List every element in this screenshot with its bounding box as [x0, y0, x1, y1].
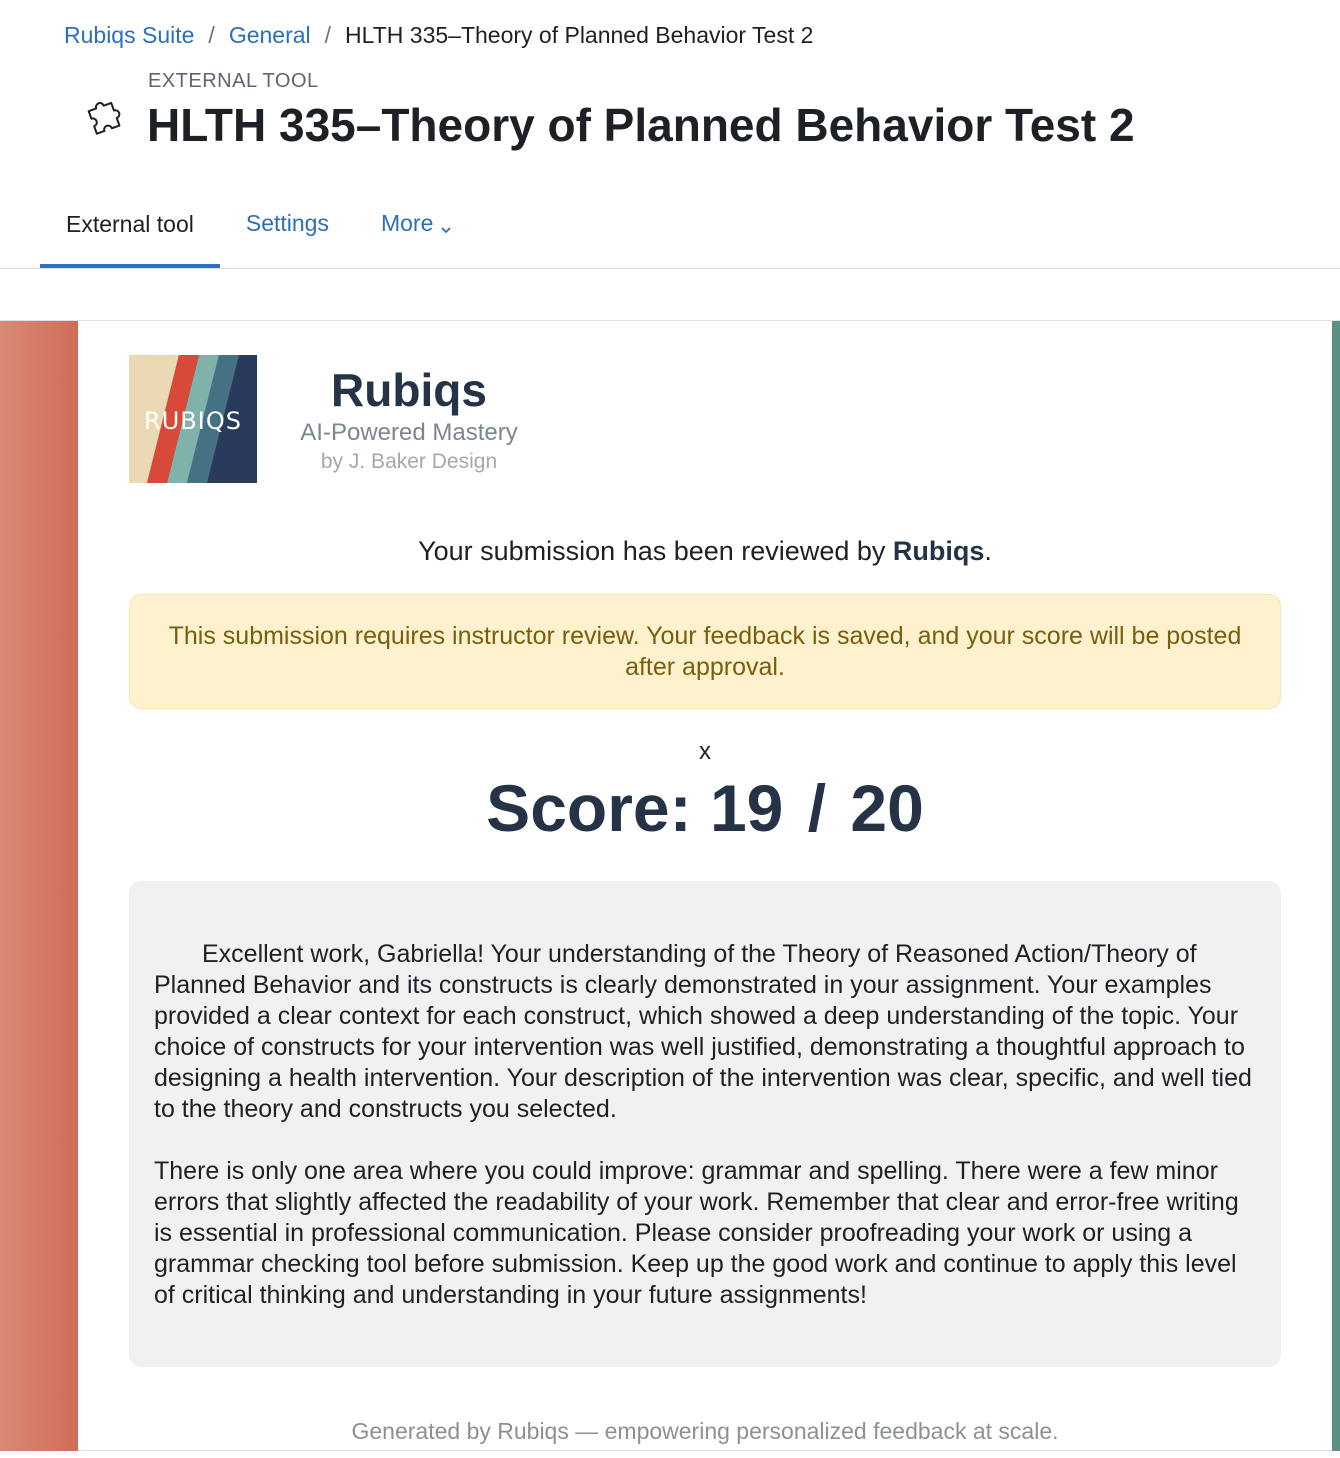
brand-name: Rubiqs	[331, 364, 487, 416]
review-message: Your submission has been reviewed by Rub…	[78, 536, 1332, 567]
breadcrumb-link-general[interactable]: General	[229, 22, 311, 48]
tool-footer: Generated by Rubiqs — empowering persona…	[351, 1418, 1059, 1444]
score-label: Score:	[486, 771, 692, 845]
score-display: Score: 19 / 20	[78, 770, 1332, 846]
tool-frame-left-band	[0, 321, 78, 1451]
tool-frame-top-border	[0, 320, 1340, 321]
breadcrumb: Rubiqs Suite / General / HLTH 335–Theory of …	[64, 20, 813, 50]
feedback-panel: Excellent work, Gabriella! Your understa…	[129, 881, 1281, 1367]
tab-external-tool[interactable]: External tool	[40, 180, 220, 268]
alert-text: This submission requires instructor revi…	[168, 621, 1242, 681]
score-value: 19	[709, 771, 784, 845]
brand-block: Rubiqs AI-Powered Mastery by J. Baker De…	[280, 362, 538, 476]
tool-frame-bottom-border	[78, 1450, 1332, 1451]
score-separator: /	[807, 771, 827, 845]
breadcrumb-link-rubiqs-suite[interactable]: Rubiqs Suite	[64, 22, 194, 48]
tab-more-label: More	[380, 209, 434, 236]
chevron-down-icon	[439, 216, 453, 234]
brand-tagline: AI-Powered Mastery	[300, 419, 518, 446]
feedback-paragraph: Excellent work, Gabriella! Your understa…	[154, 940, 1252, 1123]
close-button[interactable]: x	[690, 738, 720, 766]
review-brand: Rubiqs	[892, 536, 985, 566]
page-title: HLTH 335–Theory of Planned Behavior Test…	[147, 99, 1135, 151]
brand-byline: by J. Baker Design	[320, 450, 498, 473]
tab-settings[interactable]: Settings	[220, 180, 355, 266]
breadcrumb-separator: /	[208, 22, 215, 48]
instructor-review-alert: This submission requires instructor revi…	[129, 594, 1281, 709]
logo-wordmark: RUBIQS	[144, 407, 242, 435]
rubiqs-logo: RUBIQS	[129, 355, 257, 483]
secondary-navigation: External tool Settings More	[40, 180, 1340, 268]
tabs-divider	[0, 268, 1340, 269]
tab-more[interactable]: More	[355, 180, 479, 266]
breadcrumb-current: HLTH 335–Theory of Planned Behavior Test…	[345, 22, 814, 48]
puzzle-icon	[84, 94, 126, 136]
score-total: 20	[850, 771, 924, 845]
review-suffix: .	[984, 536, 992, 566]
breadcrumb-separator: /	[324, 22, 332, 48]
tool-frame-right-band	[1332, 321, 1340, 1451]
feedback-paragraph: There is only one area where you could i…	[154, 1157, 1239, 1309]
page-pre-title: External tool	[148, 70, 319, 92]
review-prefix: Your submission has been reviewed by	[418, 536, 893, 566]
